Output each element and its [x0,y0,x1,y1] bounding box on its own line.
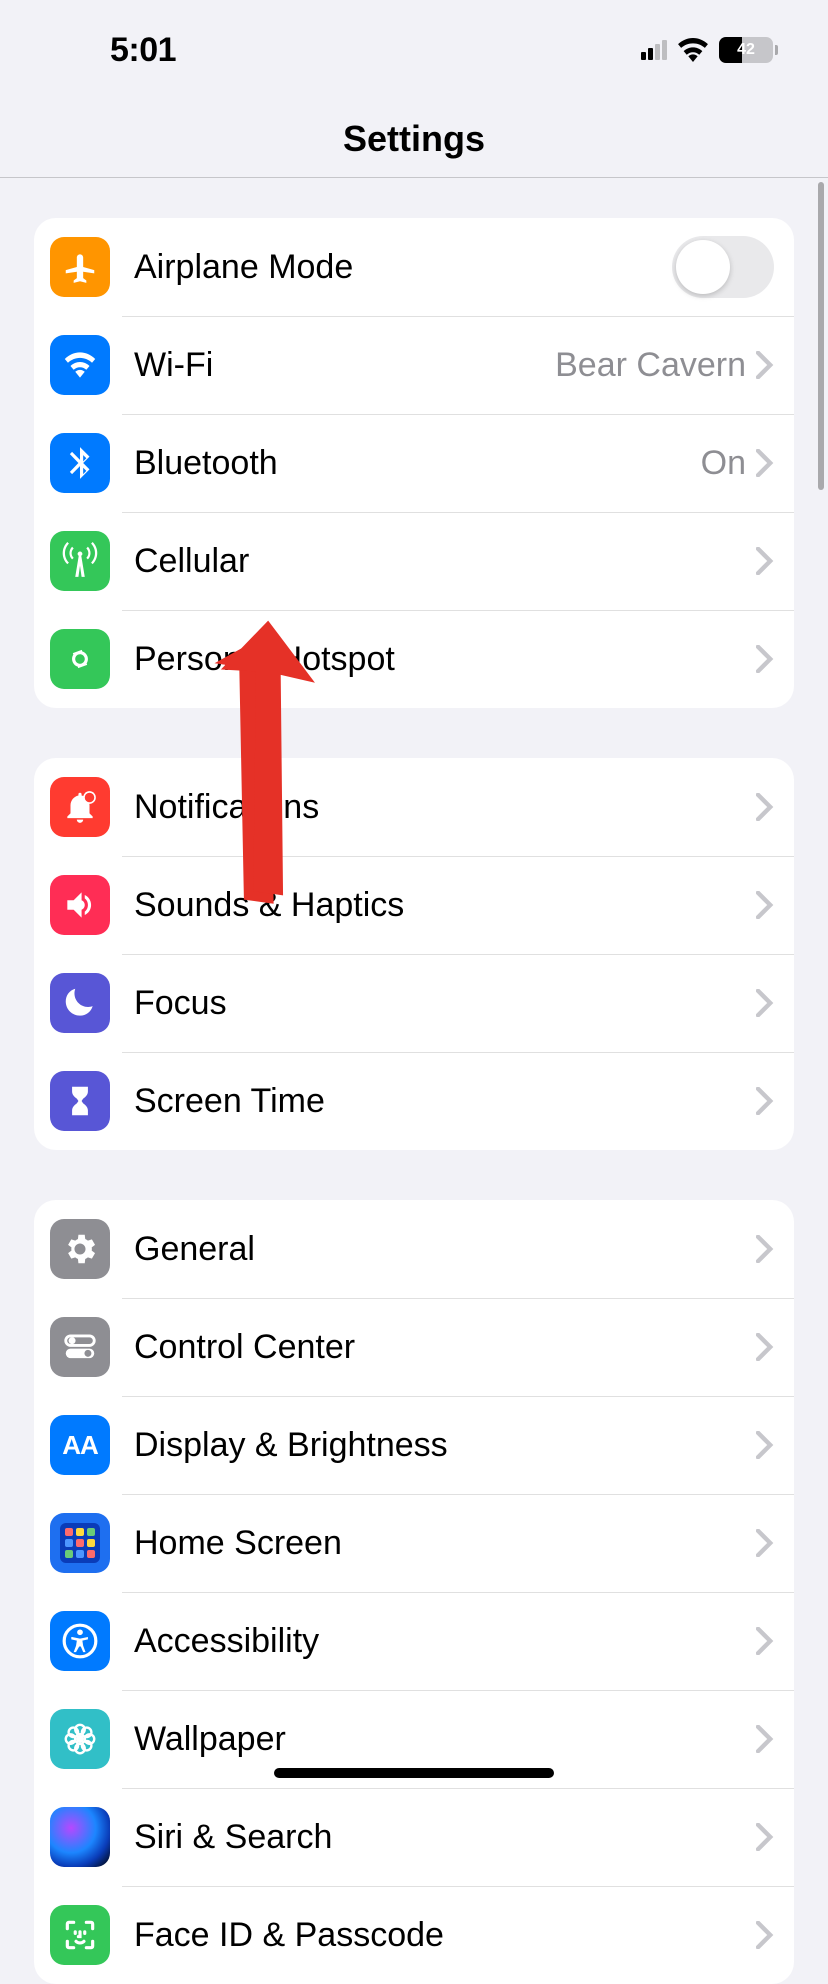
chevron-right-icon [756,1627,774,1655]
moon-icon [50,973,110,1033]
apps-grid-icon [50,1513,110,1573]
flower-icon [50,1709,110,1769]
status-bar: 5:01 42 [0,0,828,100]
row-general[interactable]: General [34,1200,794,1298]
row-label: Airplane Mode [134,248,672,287]
row-cellular[interactable]: Cellular [34,512,794,610]
row-label: Home Screen [134,1524,756,1563]
row-siri-search[interactable]: Siri & Search [34,1788,794,1886]
chevron-right-icon [756,1921,774,1949]
speaker-icon [50,875,110,935]
status-indicators: 42 [641,37,778,63]
gear-icon [50,1219,110,1279]
chevron-right-icon [756,1823,774,1851]
row-screen-time[interactable]: Screen Time [34,1052,794,1150]
row-sounds-haptics[interactable]: Sounds & Haptics [34,856,794,954]
row-label: Bluetooth [134,444,701,483]
siri-icon [50,1807,110,1867]
nav-header: Settings [0,100,828,178]
wifi-icon [50,335,110,395]
row-label: Notifications [134,788,756,827]
chevron-right-icon [756,1333,774,1361]
chevron-right-icon [756,351,774,379]
accessibility-icon [50,1611,110,1671]
row-label: Cellular [134,542,756,581]
status-time: 5:01 [110,31,176,70]
row-label: Screen Time [134,1082,756,1121]
chevron-right-icon [756,547,774,575]
row-label: Focus [134,984,756,1023]
bluetooth-detail: On [701,444,746,483]
row-label: Accessibility [134,1622,756,1661]
chevron-right-icon [756,1529,774,1557]
row-accessibility[interactable]: Accessibility [34,1592,794,1690]
airplane-icon [50,237,110,297]
bell-icon [50,777,110,837]
settings-group-connectivity: Airplane Mode Wi-Fi Bear Cavern Bluetoot… [34,218,794,708]
row-airplane-mode[interactable]: Airplane Mode [34,218,794,316]
row-face-id-passcode[interactable]: Face ID & Passcode [34,1886,794,1984]
hourglass-icon [50,1071,110,1131]
battery-percent: 42 [719,37,773,63]
cellular-signal-icon [641,40,667,60]
chevron-right-icon [756,989,774,1017]
wifi-status-icon [677,38,709,62]
row-label: Face ID & Passcode [134,1916,756,1955]
link-icon [50,629,110,689]
chevron-right-icon [756,1431,774,1459]
chevron-right-icon [756,793,774,821]
chevron-right-icon [756,891,774,919]
cell-tower-icon [50,531,110,591]
chevron-right-icon [756,645,774,673]
row-display-brightness[interactable]: AA Display & Brightness [34,1396,794,1494]
scroll-indicator[interactable] [818,182,824,490]
settings-content: Airplane Mode Wi-Fi Bear Cavern Bluetoot… [0,178,828,1984]
airplane-toggle[interactable] [672,236,774,298]
row-notifications[interactable]: Notifications [34,758,794,856]
row-wifi[interactable]: Wi-Fi Bear Cavern [34,316,794,414]
battery-indicator: 42 [719,37,778,63]
row-label: Sounds & Haptics [134,886,756,925]
switches-icon [50,1317,110,1377]
row-focus[interactable]: Focus [34,954,794,1052]
row-label: Control Center [134,1328,756,1367]
page-title: Settings [343,118,485,160]
row-label: Display & Brightness [134,1426,756,1465]
settings-group-system: General Control Center AA Display & Brig… [34,1200,794,1984]
chevron-right-icon [756,1087,774,1115]
chevron-right-icon [756,1235,774,1263]
wifi-detail: Bear Cavern [555,346,746,385]
home-indicator[interactable] [274,1768,554,1778]
row-label: Wi-Fi [134,346,555,385]
row-bluetooth[interactable]: Bluetooth On [34,414,794,512]
chevron-right-icon [756,1725,774,1753]
faceid-icon [50,1905,110,1965]
chevron-right-icon [756,449,774,477]
row-home-screen[interactable]: Home Screen [34,1494,794,1592]
bluetooth-icon [50,433,110,493]
row-label: Personal Hotspot [134,640,756,679]
row-personal-hotspot[interactable]: Personal Hotspot [34,610,794,708]
row-label: Siri & Search [134,1818,756,1857]
row-label: General [134,1230,756,1269]
settings-group-alerts: Notifications Sounds & Haptics Focus Scr… [34,758,794,1150]
row-label: Wallpaper [134,1720,756,1759]
text-size-icon: AA [50,1415,110,1475]
row-control-center[interactable]: Control Center [34,1298,794,1396]
